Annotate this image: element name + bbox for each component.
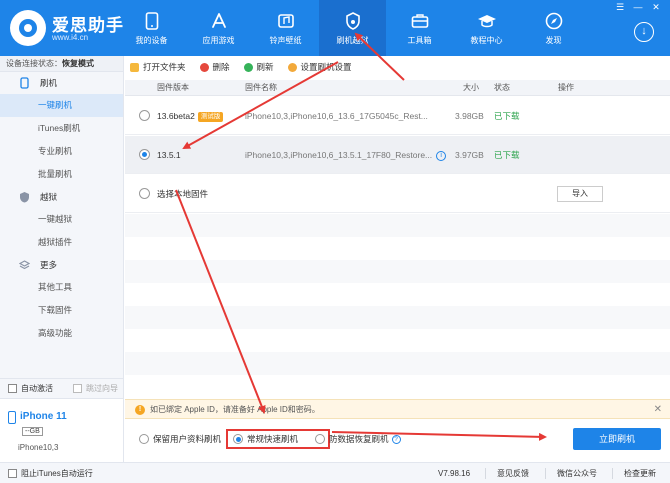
sidebar-group-jailbreak[interactable]: 越狱 (0, 186, 123, 208)
menu-icon[interactable]: ☰ (614, 2, 626, 12)
sidebar: 设备连接状态：恢复模式 刷机 一键刷机 iTunes刷机 专业刷机 批量刷机 越… (0, 56, 124, 466)
empty-row (125, 214, 670, 237)
flash-settings-button[interactable]: 设置刷机设置 (287, 61, 352, 73)
jailbreak-icon (18, 191, 30, 203)
delete-icon (199, 62, 209, 72)
import-button[interactable]: 导入 (557, 186, 603, 202)
nav-discover[interactable]: 发现 (520, 0, 587, 56)
help-icon[interactable]: ? (391, 434, 401, 444)
close-icon[interactable]: ✕ (650, 2, 662, 12)
app-logo (10, 10, 46, 46)
apple-id-alert: ! 如已绑定 Apple ID，请准备好 Apple ID和密码。 ✕ (125, 399, 670, 419)
nav-ringtone-wallpaper[interactable]: 铃声壁纸 (252, 0, 319, 56)
firmware-toolbar: 打开文件夹 删除 刷新 设置刷机设置 (130, 57, 352, 77)
option-radio[interactable] (315, 434, 325, 444)
wechat-link[interactable]: 微信公众号 (557, 463, 597, 483)
brand-url: www.i4.cn (52, 33, 89, 42)
sidebar-item-one-click-flash[interactable]: 一键刷机 (0, 94, 123, 117)
option-anti-recovery[interactable]: 防数据恢复刷机 ? (315, 433, 401, 445)
empty-row (125, 237, 670, 260)
iphone-icon (8, 411, 16, 424)
window-controls: ☰ — ✕ (614, 2, 662, 12)
minimize-icon[interactable]: — (632, 2, 644, 12)
sidebar-group-flash[interactable]: 刷机 (0, 72, 123, 94)
local-firmware-row[interactable]: 选择本地固件 导入 (125, 175, 670, 213)
firmware-row-selected[interactable]: 13.5.1 iPhone10,3,iPhone10,6_13.5.1_17F8… (125, 136, 670, 174)
option-radio[interactable] (139, 434, 149, 444)
device-info[interactable]: iPhone 11 --GB iPhone10,3 (0, 398, 123, 466)
info-icon[interactable]: i (436, 150, 447, 161)
empty-row (125, 306, 670, 329)
gear-icon (287, 62, 297, 72)
app-store-icon (209, 11, 229, 31)
nav-tutorials[interactable]: 教程中心 (453, 0, 520, 56)
empty-row (125, 260, 670, 283)
device-model: iPhone10,3 (18, 443, 59, 452)
refresh-button[interactable]: 刷新 (243, 61, 274, 73)
device-status: 设备连接状态：恢复模式 (0, 56, 123, 72)
close-icon[interactable]: ✕ (654, 400, 662, 420)
sidebar-item-pro-flash[interactable]: 专业刷机 (0, 140, 123, 163)
nav-apps-games[interactable]: 应用游戏 (185, 0, 252, 56)
sidebar-item-other-tools[interactable]: 其他工具 (0, 276, 123, 299)
option-keep-data[interactable]: 保留用户资料刷机 (139, 433, 221, 445)
more-icon (18, 259, 30, 271)
option-radio[interactable] (233, 434, 243, 444)
block-itunes-checkbox[interactable] (8, 469, 17, 478)
warning-icon: ! (135, 405, 145, 415)
sidebar-item-jailbreak-plugins[interactable]: 越狱插件 (0, 231, 123, 254)
sidebar-group-more[interactable]: 更多 (0, 254, 123, 276)
toolbox-icon (410, 11, 430, 31)
firmware-table-header: 固件版本 固件名称 大小 状态 操作 (125, 80, 670, 96)
nav-toolbox[interactable]: 工具箱 (386, 0, 453, 56)
folder-icon (130, 62, 139, 72)
device-name: iPhone 11 (20, 411, 67, 422)
download-icon[interactable]: ↓ (634, 22, 654, 42)
shield-flash-icon (343, 11, 363, 31)
sidebar-item-download-firmware[interactable]: 下载固件 (0, 299, 123, 322)
empty-row (125, 329, 670, 352)
phone-icon (142, 11, 162, 31)
firmware-row[interactable]: 13.6beta2 测试版 iPhone10,3,iPhone10,6_13.6_… (125, 97, 670, 135)
option-quick-flash[interactable]: 常规快速刷机 (233, 433, 298, 445)
flash-phone-icon (18, 77, 30, 89)
device-status-value: 恢复模式 (62, 59, 94, 68)
beta-badge: 测试版 (197, 111, 224, 122)
compass-icon (544, 11, 564, 31)
firmware-radio[interactable] (139, 110, 150, 121)
main-nav: 我的设备 应用游戏 铃声壁纸 刷机越狱 工具箱 教程中心 发现 (118, 0, 587, 56)
flash-now-button[interactable]: 立即刷机 (573, 428, 661, 450)
graduation-cap-icon (477, 11, 497, 31)
feedback-link[interactable]: 意见反馈 (497, 463, 529, 483)
empty-row (125, 352, 670, 375)
sidebar-item-one-click-jailbreak[interactable]: 一键越狱 (0, 208, 123, 231)
delete-button[interactable]: 删除 (199, 61, 230, 73)
firmware-radio[interactable] (139, 149, 150, 160)
empty-row (125, 375, 670, 398)
refresh-icon (243, 62, 253, 72)
nav-my-device[interactable]: 我的设备 (118, 0, 185, 56)
auto-activate-checkbox[interactable] (8, 384, 17, 393)
version-label: V7.98.16 (438, 469, 471, 478)
check-update-link[interactable]: 检查更新 (624, 463, 656, 483)
device-capacity: --GB (22, 427, 43, 436)
skip-guide-checkbox[interactable] (73, 384, 82, 393)
top-header: 爱思助手 www.i4.cn 我的设备 应用游戏 铃声壁纸 刷机越狱 工具箱 教… (0, 0, 670, 56)
local-firmware-radio[interactable] (139, 188, 150, 199)
sidebar-item-advanced[interactable]: 高级功能 (0, 322, 123, 345)
sidebar-item-itunes-flash[interactable]: iTunes刷机 (0, 117, 123, 140)
open-folder-button[interactable]: 打开文件夹 (130, 61, 186, 73)
empty-row (125, 283, 670, 306)
status-bar: 阻止iTunes自动运行 V7.98.16 意见反馈 微信公众号 检查更新 (0, 462, 670, 483)
sidebar-item-batch-flash[interactable]: 批量刷机 (0, 163, 123, 186)
nav-flash-jailbreak[interactable]: 刷机越狱 (319, 0, 386, 56)
ringtone-wallpaper-icon (276, 11, 296, 31)
sidebar-footer: 自动激活 跳过向导 (0, 378, 123, 398)
